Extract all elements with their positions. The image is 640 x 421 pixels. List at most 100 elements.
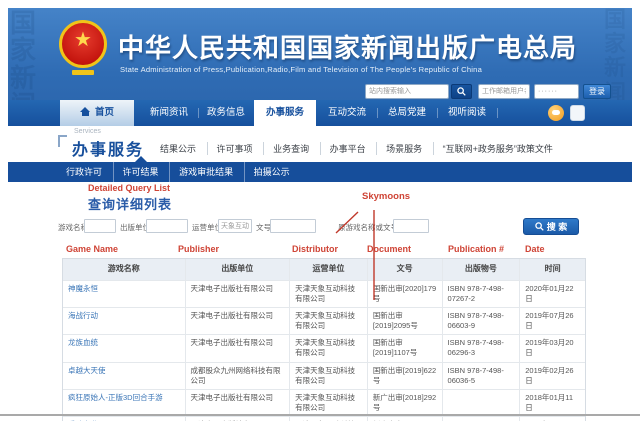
publisher-input[interactable]	[146, 219, 188, 233]
table-row: 重磅突袭 天津电子出版社有限公司 天津天象互动科技有限公司 新广出审[2017]…	[63, 417, 585, 421]
publisher-cell: 成都股众九州网络科技有限公司	[186, 363, 291, 389]
agency-subtitle: State Administration of Press,Publicatio…	[120, 65, 482, 74]
col-header-distributor: 运营单位	[290, 259, 368, 280]
table-row: 疯狂原始人-正版3D回合手游 天津电子出版社有限公司 天津天象互动科技有限公司 …	[63, 390, 585, 417]
nav-item-party-building[interactable]: 总局党建	[378, 100, 436, 126]
distributor-cell: 天津天象互动科技有限公司	[290, 417, 368, 421]
col-header-game-name: 游戏名称	[63, 259, 186, 280]
services-link-platform[interactable]: 办事平台	[320, 142, 366, 155]
annotation-date: Date	[525, 244, 545, 254]
password-input[interactable]	[534, 84, 579, 99]
document-cell: 国新出审[2019]1107号	[368, 335, 443, 361]
work-mailbox-input[interactable]	[478, 84, 530, 99]
login-button[interactable]: 登录	[583, 84, 611, 99]
date-cell: 2020年01月22日	[520, 281, 585, 307]
mail-icon[interactable]	[570, 105, 585, 121]
nav-home-label: 首页	[95, 107, 114, 118]
search-icon	[457, 87, 466, 96]
distributor-cell: 天津天象互动科技有限公司	[290, 308, 368, 334]
nav-item-gov-info[interactable]: 政务信息	[198, 100, 254, 126]
date-cell: 2018年01月11日	[520, 390, 585, 416]
publication-cell: ISBN 978-7-498-06296-3	[443, 335, 521, 361]
col-header-publisher: 出版单位	[186, 259, 291, 280]
distributor-cell: 天津天象互动科技有限公司	[290, 390, 368, 416]
results-table: 游戏名称 出版单位 运营单位 文号 出版物号 时间 神魔永恒 天津电子出版社有限…	[62, 258, 586, 421]
main-nav: 首页 新闻资讯 政务信息 办事服务 互动交流 总局党建 视听阅读	[8, 100, 632, 126]
annotation-detailed-query-list: Detailed Query List	[88, 183, 170, 193]
original-name-input[interactable]	[393, 219, 429, 233]
subnav-admin-permit[interactable]: 行政许可	[66, 162, 102, 182]
document-cell: 新广出审[2018]292号	[368, 390, 443, 416]
game-name-link[interactable]: 重磅突袭	[63, 417, 186, 421]
game-name-link[interactable]: 海战行动	[63, 308, 186, 334]
publisher-cell: 天津电子出版社有限公司	[186, 390, 291, 416]
subnav-permit-results[interactable]: 许可结果	[113, 162, 159, 182]
home-icon	[80, 107, 91, 116]
col-header-publication: 出版物号	[443, 259, 521, 280]
publication-cell	[443, 390, 521, 416]
annotation-skymoons: Skymoons	[362, 191, 410, 202]
bottom-border	[0, 414, 640, 416]
distributor-cell: 天津天象互动科技有限公司	[290, 281, 368, 307]
page-frame: 国家新闻出版广电总局 国家新闻出版广电总局 ★ 中华人民共和国国家新闻出版广电总…	[0, 0, 640, 421]
nav-item-services-active[interactable]: 办事服务	[254, 100, 316, 126]
subnav-filming-announcement[interactable]: 拍摄公示	[244, 162, 290, 182]
annotation-publisher: Publisher	[178, 244, 219, 254]
table-header-row: 游戏名称 出版单位 运营单位 文号 出版物号 时间	[63, 259, 585, 281]
document-number-input[interactable]	[270, 219, 316, 233]
services-link-scenario[interactable]: 场景服务	[376, 142, 422, 155]
date-cell: 2019年03月20日	[520, 335, 585, 361]
col-header-document: 文号	[368, 259, 443, 280]
game-name-link[interactable]: 疯狂原始人-正版3D回合手游	[63, 390, 186, 416]
services-link-permits[interactable]: 许可事项	[207, 142, 253, 155]
table-row: 神魔永恒 天津电子出版社有限公司 天津天象互动科技有限公司 国新出审[2020]…	[63, 281, 585, 308]
distributor-cell: 天津天象互动科技有限公司	[290, 363, 368, 389]
site-search-input[interactable]	[365, 84, 449, 99]
date-cell: 2019年07月26日	[520, 308, 585, 334]
original-name-label: 原游戏名称或文号:	[338, 222, 400, 233]
document-cell: 国新出审[2019]622号	[368, 363, 443, 389]
date-cell: 2017年12月27日	[520, 417, 585, 421]
chat-bubble-icon[interactable]	[548, 105, 564, 121]
corner-bracket-decoration	[58, 135, 67, 147]
document-cell: 国新出审[2019]2095号	[368, 308, 443, 334]
col-header-date: 时间	[520, 259, 585, 280]
annotation-game-name: Game Name	[66, 244, 118, 254]
game-name-link[interactable]: 龙族血统	[63, 335, 186, 361]
game-name-link[interactable]: 神魔永恒	[63, 281, 186, 307]
nav-item-home[interactable]: 首页	[60, 100, 134, 126]
table-row: 海战行动 天津电子出版社有限公司 天津天象互动科技有限公司 国新出审[2019]…	[63, 308, 585, 335]
agency-title: 中华人民共和国国家新闻出版广电总局	[118, 28, 577, 65]
nav-item-news[interactable]: 新闻资讯	[140, 100, 198, 126]
annotation-distributor: Distributor	[292, 244, 338, 254]
game-name-link[interactable]: 卓越大天使	[63, 363, 186, 389]
distributor-cell: 天津天象互动科技有限公司	[290, 335, 368, 361]
publication-cell: ISBN 978-7-498-06603-9	[443, 308, 521, 334]
publication-cell: ISBN 978-7-498-06036-5	[443, 363, 521, 389]
search-button-label: 搜 索	[547, 220, 568, 233]
services-link-results[interactable]: 结果公示	[160, 142, 196, 155]
publisher-cell: 天津电子出版社有限公司	[186, 281, 291, 307]
query-form: 游戏名称: 出版单位: 运营单位: 文号: 原游戏名称或文号: 搜 索	[8, 218, 632, 240]
nav-item-audiovisual[interactable]: 视听阅读	[438, 100, 496, 126]
site-search-button[interactable]	[451, 84, 472, 99]
header-search-row: 登录	[8, 84, 632, 100]
national-emblem-icon: ★	[56, 20, 110, 80]
publisher-cell: 天津电子出版社有限公司	[186, 335, 291, 361]
document-cell: 新广出审[2017]10532号	[368, 417, 443, 421]
search-button[interactable]: 搜 索	[523, 218, 579, 235]
services-link-internet-policy[interactable]: “互联网+政务服务”政策文件	[433, 142, 553, 155]
publication-cell: ISBN 978-7-498-07267-2	[443, 281, 521, 307]
game-name-input[interactable]	[84, 219, 116, 233]
nav-item-interaction[interactable]: 互动交流	[318, 100, 376, 126]
table-row: 卓越大天使 成都股众九州网络科技有限公司 天津天象互动科技有限公司 国新出审[2…	[63, 363, 585, 390]
document-cell: 国新出审[2020]179号	[368, 281, 443, 307]
distributor-input[interactable]	[218, 219, 252, 233]
annotation-document: Document	[367, 244, 411, 254]
page-title: 查询详细列表	[88, 194, 172, 213]
nav-divider	[497, 108, 498, 118]
services-link-business-query[interactable]: 业务查询	[263, 142, 309, 155]
results-subnav: 行政许可 许可结果 游戏审批结果 拍摄公示	[8, 162, 632, 182]
services-links: 结果公示 许可事项 业务查询 办事平台 场景服务 “互联网+政务服务”政策文件	[160, 142, 553, 155]
subnav-game-approval-results[interactable]: 游戏审批结果	[169, 162, 233, 182]
